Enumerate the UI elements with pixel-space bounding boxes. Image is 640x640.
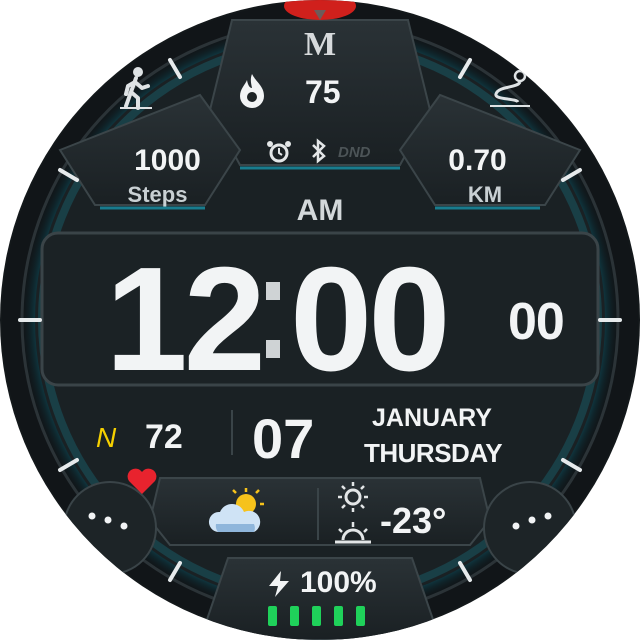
sunset-icon: [335, 522, 371, 544]
top-marker: [284, 0, 356, 20]
dnd-indicator[interactable]: DND: [338, 144, 371, 161]
walk-icon[interactable]: [118, 66, 154, 110]
date-day[interactable]: 07: [252, 406, 314, 471]
heart-icon[interactable]: [126, 467, 158, 495]
time-colon-bottom: [266, 340, 280, 358]
temperature-value: -23°: [380, 500, 447, 541]
battery-percent: 100%: [300, 566, 377, 599]
time-minutes[interactable]: 00: [290, 246, 500, 394]
more-dots-icon: [512, 512, 552, 530]
date-weekday: THURSDAY: [364, 438, 503, 468]
date-month: JANUARY: [372, 404, 492, 432]
steps-label: Steps: [127, 182, 188, 207]
ampm-indicator: AM: [296, 194, 344, 227]
brand-logo: M: [303, 26, 337, 63]
bluetooth-icon[interactable]: [309, 138, 329, 164]
weather-icon[interactable]: [208, 488, 270, 536]
distance-label: KM: [467, 182, 503, 207]
battery-bar: [312, 606, 321, 626]
bolt-icon: [269, 571, 289, 597]
battery-bar: [334, 606, 343, 626]
sunrise-icon: [338, 482, 368, 512]
time-hours[interactable]: 12: [72, 246, 266, 394]
flame-icon: [240, 74, 264, 108]
route-icon[interactable]: [488, 68, 532, 108]
alarm-icon[interactable]: [266, 140, 292, 164]
right-menu-button[interactable]: [506, 510, 554, 530]
time-seconds: 00: [508, 293, 565, 351]
battery-bar: [290, 606, 299, 626]
left-menu-button[interactable]: [86, 510, 134, 530]
steps-value: 1000: [134, 144, 201, 177]
heart-rate-value: 75: [305, 74, 341, 110]
compass-direction[interactable]: N: [96, 422, 116, 454]
compass-value: 72: [145, 418, 183, 456]
distance-value: 0.70: [448, 144, 507, 177]
battery-bar: [268, 606, 277, 626]
battery-level-bars: [268, 606, 365, 626]
more-dots-icon: [88, 512, 128, 530]
watch-face: M 75 DND 1000 Steps 0.70 KM AM 12 00 00 …: [0, 0, 640, 640]
battery-bar: [356, 606, 365, 626]
time-colon-top: [266, 282, 280, 300]
